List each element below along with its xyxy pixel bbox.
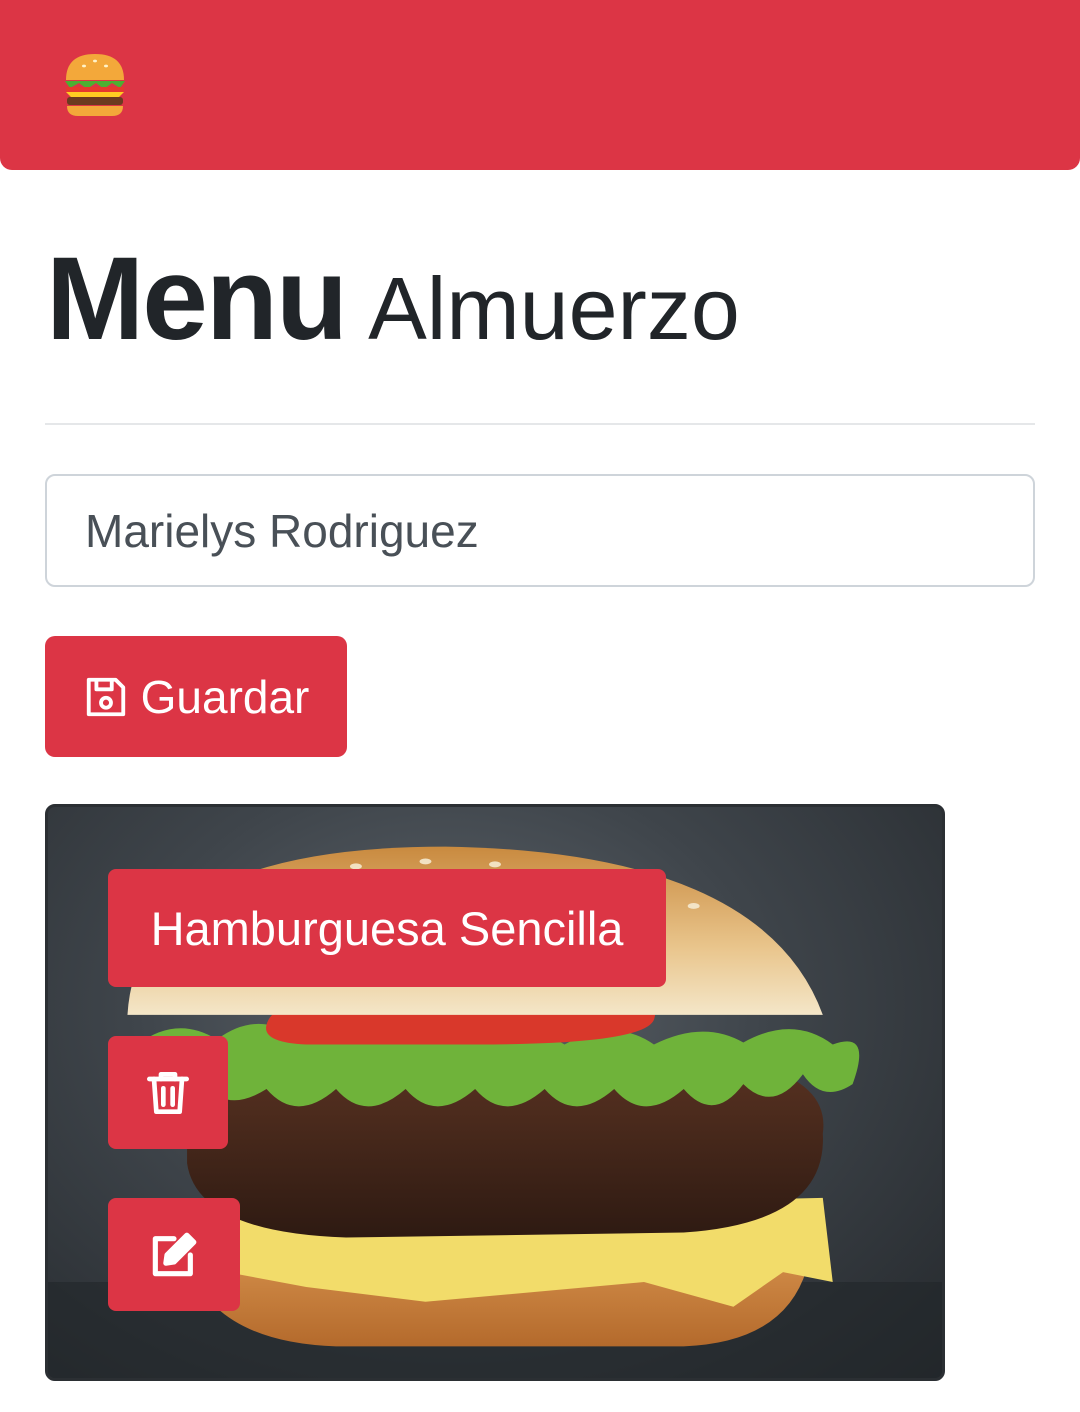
page-subtitle: Almuerzo xyxy=(368,259,740,358)
page-title: Menu Almuerzo xyxy=(46,240,740,358)
page-title-main: Menu xyxy=(46,233,348,365)
save-button[interactable]: Guardar xyxy=(45,636,347,757)
edit-icon xyxy=(152,1232,197,1276)
divider xyxy=(45,423,1035,425)
trash-icon xyxy=(147,1071,190,1114)
burger-icon[interactable] xyxy=(60,50,130,120)
floppy-disk-icon xyxy=(86,677,125,716)
edit-button[interactable] xyxy=(108,1198,240,1311)
menu-item-name[interactable]: Hamburguesa Sencilla xyxy=(108,869,666,987)
delete-button[interactable] xyxy=(108,1036,228,1149)
navbar xyxy=(0,0,1080,170)
name-input[interactable] xyxy=(45,474,1035,587)
save-button-label: Guardar xyxy=(140,670,310,723)
